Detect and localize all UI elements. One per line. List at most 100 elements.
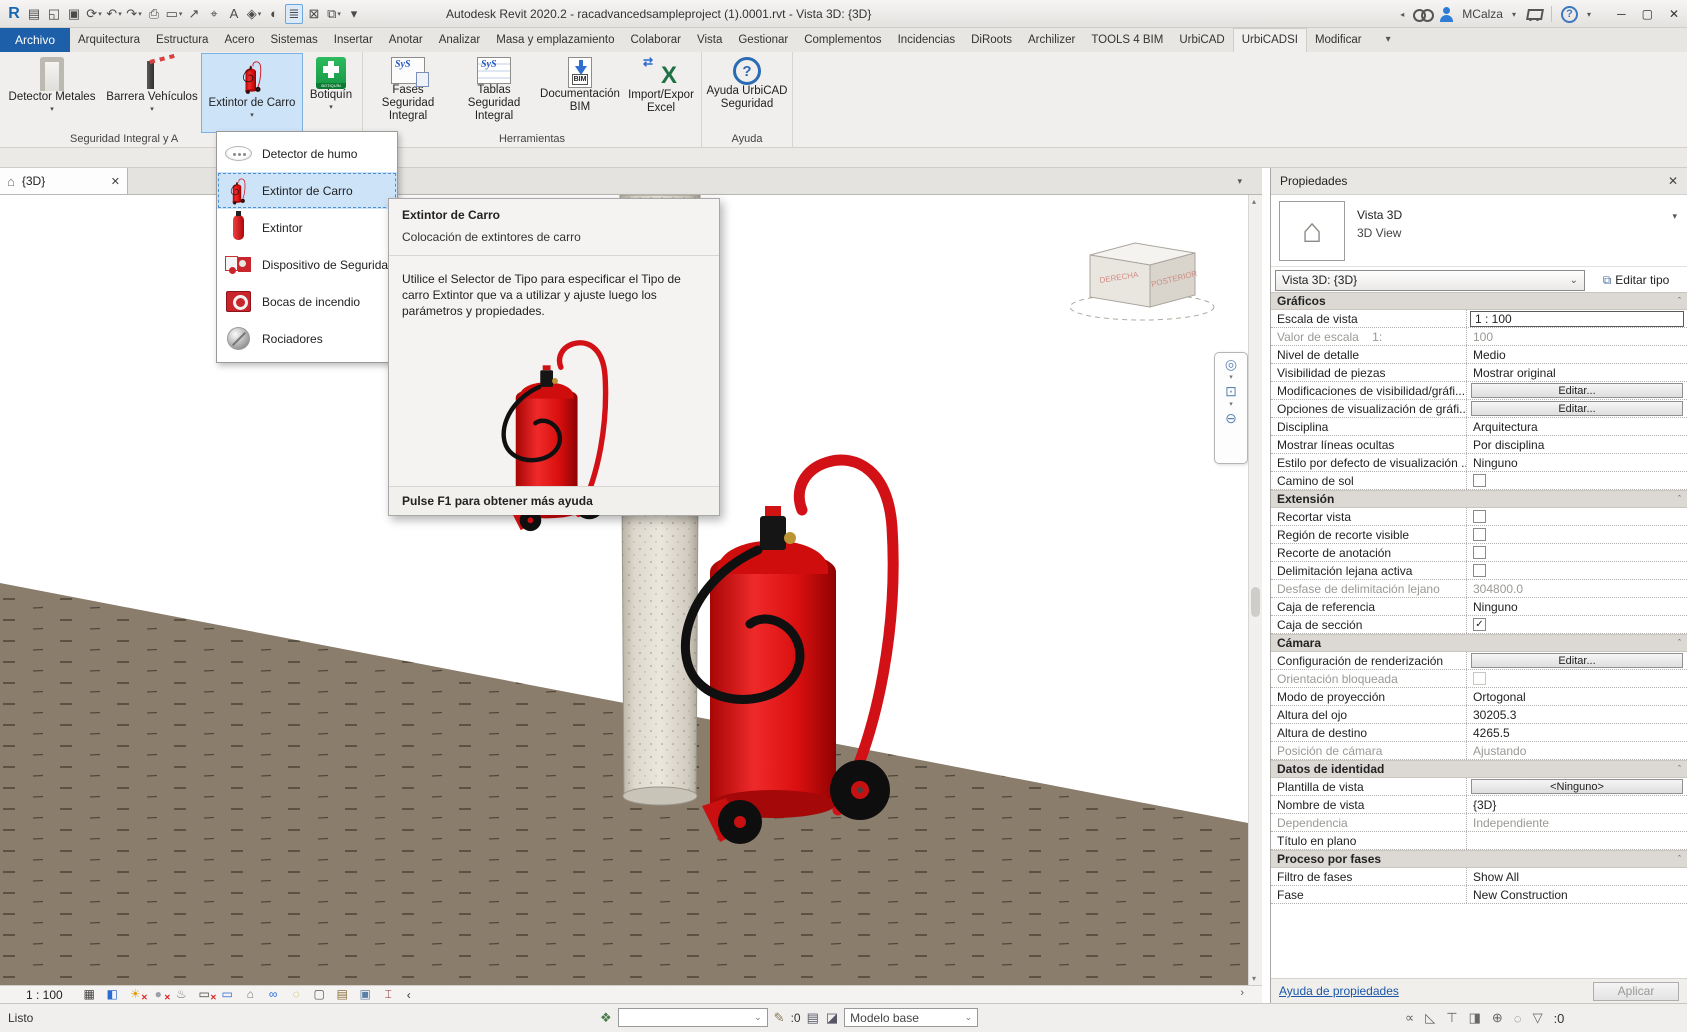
detail-level-icon[interactable]: ▦ [81,987,98,1002]
scroll-up-icon[interactable]: ▴ [1252,197,1256,206]
select-by-face-icon[interactable]: ◨ [1469,1010,1481,1026]
detector-metales-button[interactable]: Detector Metales▾ [2,54,102,132]
checkbox[interactable] [1473,474,1486,487]
property-edit-button[interactable]: Editar... [1471,383,1683,398]
wheel-caret-icon[interactable]: ▾ [1229,375,1233,381]
ribbon-tab-insertar[interactable]: Insertar [326,28,381,52]
active-workset-combo[interactable]: ⌄ [618,1008,768,1027]
view-selector-combo[interactable]: Vista 3D: {3D} ⌄ [1275,270,1585,291]
print-icon[interactable]: ⎙ [145,4,163,24]
scroll-down-icon[interactable]: ▾ [1252,974,1256,983]
property-value[interactable]: Independiente [1470,816,1549,830]
navigation-bar[interactable]: ◎▾⊡▾⊖ [1214,352,1248,464]
botiqu-n-button[interactable]: BOTIQUÍNBotiquín▾ [302,54,360,132]
menu-item-detector-de-humo[interactable]: Detector de humo [217,135,397,172]
worksets-dialog-icon[interactable]: ▤ [807,1010,819,1026]
editable-only-icon[interactable]: ✎ [774,1010,785,1026]
property-value[interactable]: Ortogonal [1470,690,1526,704]
type-selector-caret-icon[interactable]: ▾ [1672,211,1677,222]
tag-by-category-icon[interactable]: ⌖ [205,4,223,24]
reveal-hidden-icon[interactable]: ◌ [288,987,305,1002]
steering-wheel-icon[interactable]: ◎ [1225,357,1237,372]
app-store-cart-icon[interactable] [1525,8,1542,21]
pan-icon[interactable]: ⊖ [1225,411,1237,426]
import-expor-excel-button[interactable]: X⇄Import/Expor Excel [623,54,699,132]
reveal-constraints-icon[interactable]: ⌶ [380,987,397,1002]
ribbon-tab-urbicad[interactable]: UrbiCAD [1171,28,1232,52]
shadows-icon[interactable]: ●✕ [150,987,167,1002]
ribbon-tab-urbicadsi[interactable]: UrbiCADSI [1233,28,1307,52]
edit-type-button[interactable]: ⧉ Editar tipo [1589,269,1683,291]
tablas-seguridad-integral-button[interactable]: SySTablas Seguridad Integral [451,54,537,132]
type-selector[interactable]: ⌂ Vista 3D 3D View ▾ [1271,195,1687,267]
menu-item-rociadores[interactable]: Rociadores [217,320,397,357]
scrollbar-thumb[interactable] [1251,587,1260,617]
file-properties-icon[interactable]: ▤ [25,4,43,24]
infocenter-collapse-icon[interactable]: ◂ [1400,10,1404,19]
crop-view-icon[interactable]: ▭✕ [196,987,213,1002]
ribbon-tab-archilizer[interactable]: Archilizer [1020,28,1083,52]
design-option-combo[interactable]: Modelo base ⌄ [844,1008,978,1027]
render-icon[interactable]: ♨ [173,987,190,1002]
text-icon[interactable]: A [225,4,243,24]
canvas-vertical-scrollbar[interactable]: ▴ ▾ [1248,195,1262,985]
property-value[interactable]: Arquitectura [1470,420,1538,434]
design-options-dialog-icon[interactable]: ◪ [826,1010,838,1026]
property-value[interactable]: {3D} [1470,798,1496,812]
property-value-editor[interactable]: 1 : 100 [1470,311,1684,327]
documentaci-n-bim-button[interactable]: BIMDocumentación BIM [537,54,623,132]
view-scale-button[interactable]: 1 : 100 [26,988,63,1002]
collapse-bar-icon[interactable]: ‹ [407,988,411,1002]
revit-logo[interactable]: R [5,4,23,24]
lock-3d-view-icon[interactable]: ⌂ [242,987,259,1002]
ayuda-urbicad-seguridad-button[interactable]: ?Ayuda UrbiCAD Seguridad [704,54,790,132]
zoom-region-icon[interactable]: ⊡ [1225,384,1237,399]
ribbon-tab-anotar[interactable]: Anotar [381,28,431,52]
maximize-button[interactable]: ▢ [1642,7,1653,21]
close-hidden-windows-icon[interactable]: ⊠ [305,4,323,24]
select-pinned-icon[interactable]: ⊤ [1446,1010,1457,1026]
select-links-icon[interactable]: ∝ [1405,1010,1414,1026]
switch-windows-icon[interactable]: ⧉▾ [325,4,343,24]
select-underlay-icon[interactable]: ◺ [1425,1010,1435,1026]
checkbox[interactable] [1473,672,1486,685]
background-processes-icon[interactable]: ◌ [1514,1011,1522,1026]
ribbon-tab-vista[interactable]: Vista [689,28,730,52]
property-value[interactable]: New Construction [1470,888,1568,902]
view-tab-overflow-icon[interactable]: ▾ [1237,168,1242,195]
close-button[interactable]: ✕ [1669,7,1679,21]
ribbon-tab-diroots[interactable]: DiRoots [963,28,1020,52]
thin-lines-icon[interactable]: ≣ [285,4,303,24]
properties-help-link[interactable]: Ayuda de propiedades [1279,984,1399,998]
ribbon-tab-colaborar[interactable]: Colaborar [623,28,690,52]
property-value[interactable]: Show All [1470,870,1519,884]
property-value[interactable]: Medio [1470,348,1506,362]
measure-icon[interactable]: ▭▾ [165,4,183,24]
ribbon-tab-acero[interactable]: Acero [216,28,262,52]
property-value[interactable]: Por disciplina [1470,438,1544,452]
file-tab[interactable]: Archivo [0,28,70,52]
property-value[interactable]: Ninguno [1470,600,1518,614]
ribbon-tab-estructura[interactable]: Estructura [148,28,216,52]
temporary-view-properties-icon[interactable]: ▢ [311,987,328,1002]
search-icon[interactable] [1413,9,1430,20]
extintor-de-carro-button[interactable]: Extintor de Carro▾ [202,54,302,132]
menu-item-extintor[interactable]: Extintor [217,209,397,246]
ribbon-tab-masa-y-emplazamiento[interactable]: Masa y emplazamiento [488,28,622,52]
checkbox[interactable] [1473,510,1486,523]
apply-button[interactable]: Aplicar [1593,982,1679,1001]
property-value[interactable]: Ninguno [1470,456,1518,470]
analytical-model-icon[interactable]: ▤ [334,987,351,1002]
open-icon[interactable]: ◱ [45,4,63,24]
ribbon-tab-complementos[interactable]: Complementos [796,28,889,52]
section-icon[interactable]: ◐ [265,4,283,24]
aligned-dimension-icon[interactable]: ↗ [185,4,203,24]
displacement-sets-icon[interactable]: ▣ [357,987,374,1002]
visual-style-icon[interactable]: ◧ [104,987,121,1002]
property-value[interactable]: 304800.0 [1470,582,1523,596]
menu-item-bocas-de-incendio[interactable]: Bocas de incendio [217,283,397,320]
customize-qat-icon[interactable]: ▾ [345,4,363,24]
menu-item-extintor-de-carro[interactable]: Extintor de Carro [217,172,397,209]
section-header-extensi-n[interactable]: Extensiónˆ [1271,490,1687,508]
property-value[interactable]: 100 [1470,330,1493,344]
